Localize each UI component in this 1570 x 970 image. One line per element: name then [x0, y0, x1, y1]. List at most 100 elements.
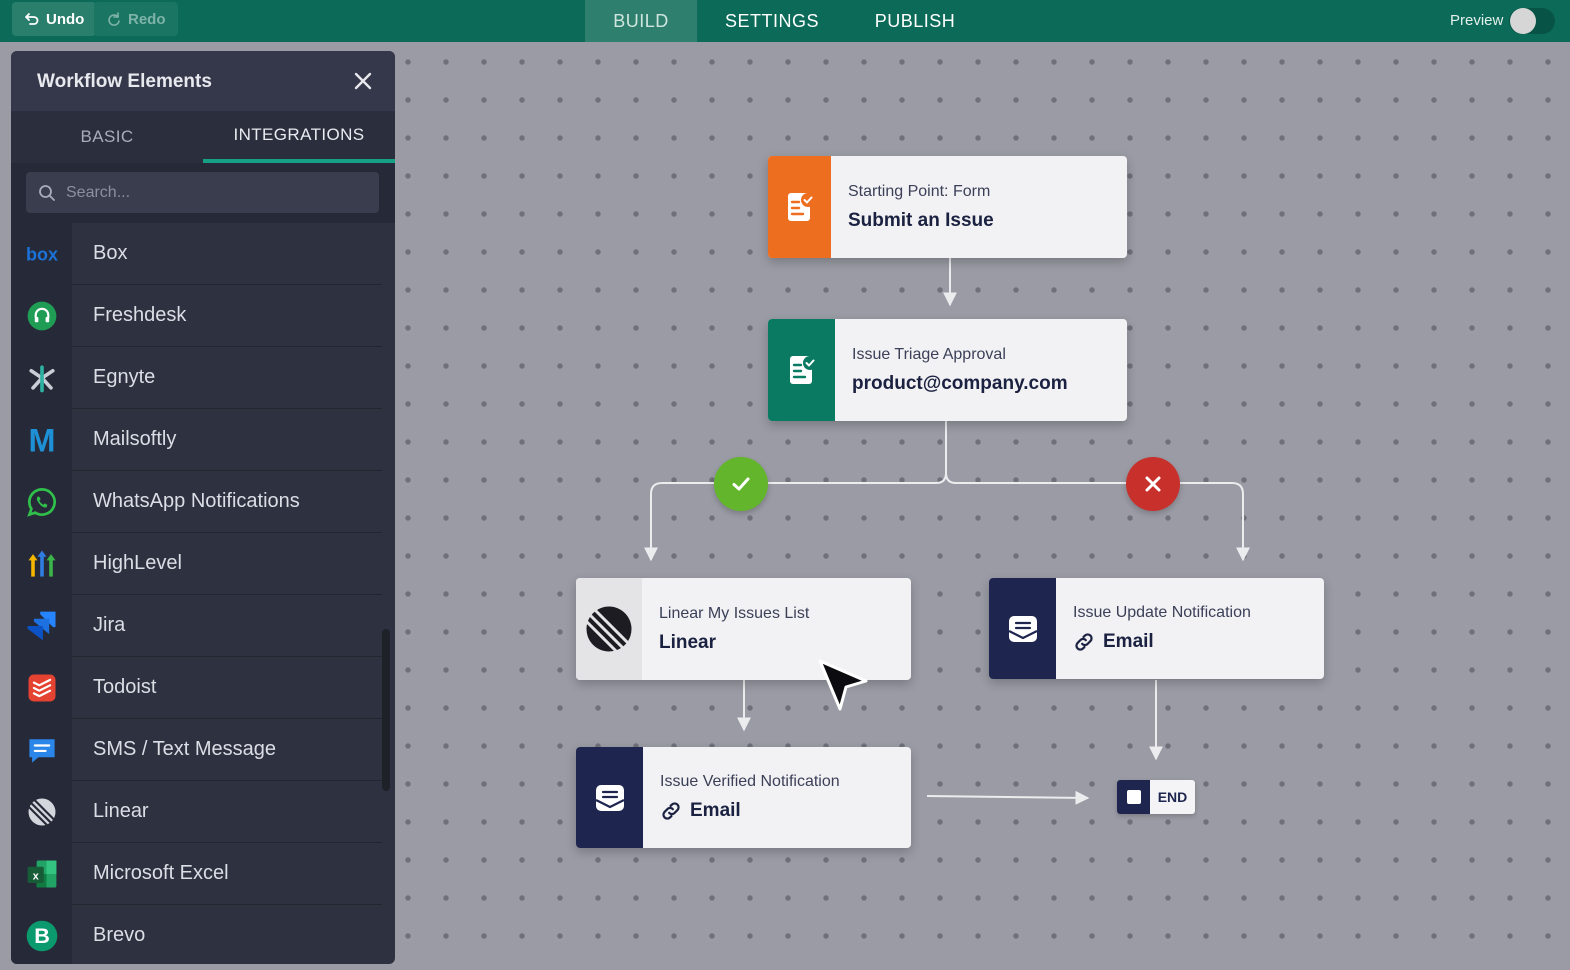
preview-toggle[interactable]: [1509, 8, 1555, 34]
search-input[interactable]: [66, 183, 366, 202]
mouse-cursor-icon: [818, 659, 868, 711]
redo-button[interactable]: Redo: [94, 2, 178, 36]
undo-icon: [25, 13, 39, 25]
node-subtitle: Issue Update Notification: [1073, 604, 1251, 621]
svg-text:M: M: [28, 423, 55, 458]
integration-label: Freshdesk: [72, 285, 382, 347]
sms-icon: [28, 739, 55, 763]
svg-text:B: B: [34, 923, 50, 948]
highlevel-icon: [28, 550, 55, 577]
integration-label: Brevo: [72, 905, 382, 964]
search-box: [26, 172, 379, 213]
integration-item-box[interactable]: box Box: [11, 223, 395, 285]
node-title: product@company.com: [852, 372, 1068, 394]
excel-icon: x: [27, 860, 56, 888]
node-subtitle: Linear My Issues List: [659, 604, 810, 622]
jira-icon: [27, 611, 55, 641]
integration-item-egnyte[interactable]: Egnyte: [11, 347, 395, 409]
stop-icon: [1117, 780, 1150, 814]
integration-label: SMS / Text Message: [72, 719, 382, 781]
close-icon: [1145, 476, 1161, 492]
tab-publish[interactable]: PUBLISH: [847, 0, 983, 42]
preview-toggle-knob: [1510, 8, 1536, 34]
integration-item-mailsoftly[interactable]: M Mailsoftly: [11, 409, 395, 471]
node-title: Email: [660, 800, 840, 822]
integration-item-brevo[interactable]: B Brevo: [11, 905, 395, 964]
integration-item-sms-text-message[interactable]: SMS / Text Message: [11, 719, 395, 781]
integration-label: Egnyte: [72, 347, 382, 409]
panel-scrollbar[interactable]: [382, 629, 390, 791]
approval-node-icon-box: [768, 319, 835, 421]
redo-icon: [108, 12, 120, 26]
integration-label: WhatsApp Notifications: [72, 471, 382, 533]
link-icon: [1075, 633, 1093, 651]
search-area: [11, 163, 395, 223]
workflow-elements-panel: Workflow Elements BASIC INTEGRATIONS box…: [11, 51, 395, 964]
mailsoftly-icon: M: [28, 423, 55, 458]
close-icon[interactable]: [351, 69, 375, 93]
integration-item-jira[interactable]: Jira: [11, 595, 395, 657]
end-label: END: [1157, 789, 1188, 805]
integration-item-whatsapp-notifications[interactable]: WhatsApp Notifications: [11, 471, 395, 533]
panel-title: Workflow Elements: [37, 71, 212, 92]
start-node-icon-box: [768, 156, 831, 258]
svg-text:x: x: [32, 870, 38, 882]
integration-label: Box: [72, 223, 382, 285]
box-icon: box: [25, 244, 57, 264]
svg-text:box: box: [25, 244, 57, 264]
integration-label: Mailsoftly: [72, 409, 382, 471]
linear-icon: [585, 606, 632, 653]
reject-badge[interactable]: [1126, 457, 1180, 511]
tab-integrations[interactable]: INTEGRATIONS: [203, 111, 395, 163]
update-node-icon-box: [989, 578, 1056, 679]
integration-label: Todoist: [72, 657, 382, 719]
verified-node-icon-box: [576, 747, 643, 848]
approve-badge[interactable]: [714, 457, 768, 511]
integrations-list: box Box Freshdesk Egnyte M Mailsoftly Wh…: [11, 223, 395, 964]
integration-item-linear[interactable]: Linear: [11, 781, 395, 843]
node-subtitle: Issue Verified Notification: [660, 773, 840, 790]
node-subtitle: Issue Triage Approval: [852, 345, 1006, 363]
tab-basic[interactable]: BASIC: [11, 111, 203, 163]
undo-label: Undo: [46, 10, 85, 28]
integration-label: Microsoft Excel: [72, 843, 382, 905]
link-icon: [662, 802, 680, 820]
node-title: Linear: [659, 631, 717, 653]
start-node[interactable]: Starting Point: Form Submit an Issue: [768, 156, 1127, 258]
linear-icon: [27, 798, 55, 827]
integration-item-highlevel[interactable]: HighLevel: [11, 533, 395, 595]
approval-node[interactable]: Issue Triage Approval product@company.co…: [768, 319, 1127, 421]
tab-settings[interactable]: SETTINGS: [697, 0, 847, 42]
node-subtitle: Starting Point: Form: [848, 182, 991, 200]
whatsapp-icon: [26, 488, 56, 517]
freshdesk-icon: [27, 301, 56, 331]
tab-build[interactable]: BUILD: [585, 0, 697, 42]
check-icon: [732, 477, 750, 491]
main-tabs: BUILD SETTINGS PUBLISH: [585, 0, 983, 42]
integration-label: HighLevel: [72, 533, 382, 595]
end-node[interactable]: END: [1117, 780, 1195, 814]
undo-button[interactable]: Undo: [12, 2, 97, 36]
linear-node-icon-box: [576, 578, 642, 680]
email-icon: [595, 784, 624, 811]
brevo-icon: B: [26, 920, 57, 952]
node-title: Email: [1073, 631, 1251, 653]
integration-item-freshdesk[interactable]: Freshdesk: [11, 285, 395, 347]
integration-label: Linear: [72, 781, 382, 843]
update-notification-node[interactable]: Issue Update Notification Email: [989, 578, 1324, 679]
integration-label: Jira: [72, 595, 382, 657]
panel-header: Workflow Elements: [11, 51, 395, 111]
panel-tabs: BASIC INTEGRATIONS: [11, 111, 395, 163]
todoist-icon: [28, 674, 55, 702]
approval-icon: [789, 356, 817, 384]
form-icon: [787, 193, 815, 221]
verified-notification-node[interactable]: Issue Verified Notification Email: [576, 747, 911, 848]
redo-label: Redo: [128, 10, 166, 28]
email-icon: [1008, 615, 1037, 642]
integration-item-microsoft-excel[interactable]: x Microsoft Excel: [11, 843, 395, 905]
integration-item-todoist[interactable]: Todoist: [11, 657, 395, 719]
top-bar: Undo Redo BUILD SETTINGS PUBLISH Preview: [0, 0, 1570, 42]
node-title: Submit an Issue: [848, 209, 994, 231]
egnyte-icon: [28, 365, 55, 393]
search-icon: [39, 184, 55, 201]
